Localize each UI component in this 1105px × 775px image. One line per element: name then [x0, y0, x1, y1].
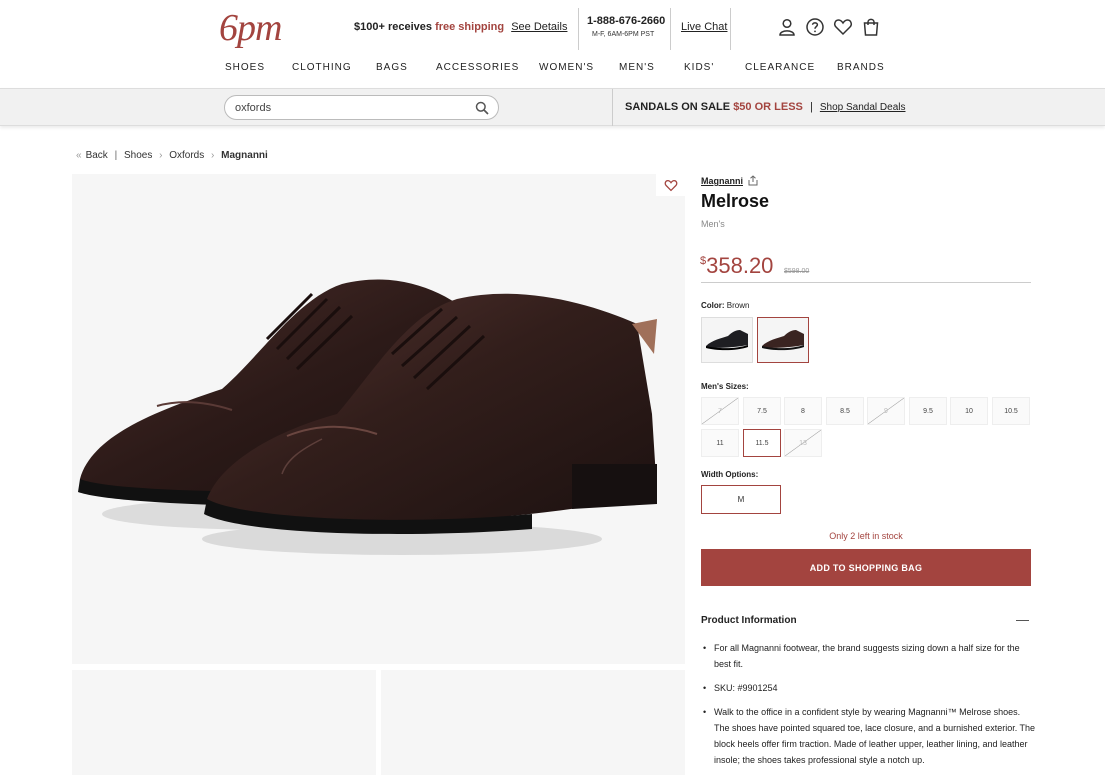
brand-link[interactable]: Magnanni: [701, 176, 743, 186]
back-chevron-icon: «: [76, 150, 82, 161]
site-logo[interactable]: 6pm: [219, 6, 282, 50]
color-swatch-black[interactable]: [701, 317, 753, 363]
breadcrumb-separator: |: [114, 150, 118, 161]
list-item: For all Magnanni footwear, the brand sug…: [701, 640, 1036, 672]
nav-brands[interactable]: BRANDS: [837, 62, 885, 73]
width-label-text: Width Options:: [701, 470, 759, 479]
promo-text: $100+ receives: [354, 21, 432, 33]
size-option-selected[interactable]: 11.5: [743, 429, 781, 457]
nav-accessories[interactable]: ACCESSORIES: [436, 62, 519, 73]
nav-kids[interactable]: KIDS': [684, 62, 714, 73]
favorite-heart-icon[interactable]: [656, 174, 685, 196]
main-nav: SHOES CLOTHING BAGS ACCESSORIES WOMEN'S …: [0, 62, 1105, 80]
nav-mens[interactable]: MEN'S: [619, 62, 655, 73]
size-option[interactable]: 9.5: [909, 397, 947, 425]
chevron-right-icon: ›: [159, 150, 163, 161]
price-amount: 358.20: [706, 253, 774, 278]
sale-banner: SANDALS ON SALE $50 OR LESS | Shop Sanda…: [625, 101, 906, 113]
nav-clearance[interactable]: CLEARANCE: [745, 62, 815, 73]
price-currency: $: [700, 255, 707, 267]
breadcrumb: « Back | Shoes › Oxfords › Magnanni: [76, 150, 272, 161]
product-thumbnail[interactable]: [381, 670, 685, 775]
product-price: $358.20: [700, 253, 773, 279]
live-chat-link[interactable]: Live Chat: [681, 21, 727, 33]
breadcrumb-item-oxfords[interactable]: Oxfords: [169, 150, 204, 161]
add-to-bag-button[interactable]: ADD TO SHOPPING BAG: [701, 549, 1031, 586]
size-option[interactable]: 11: [701, 429, 739, 457]
promo-highlight: free shipping: [435, 21, 505, 33]
shipping-promo: $100+ receives free shipping See Details: [354, 21, 567, 33]
breadcrumb-current: Magnanni: [221, 150, 268, 161]
price-divider: [701, 282, 1031, 283]
search-band: SANDALS ON SALE $50 OR LESS | Shop Sanda…: [0, 88, 1105, 126]
breadcrumb-back[interactable]: Back: [86, 150, 108, 161]
account-icon[interactable]: [777, 17, 797, 37]
product-gender: Men's: [701, 219, 725, 229]
cart-icon[interactable]: [861, 17, 881, 37]
original-price: $598.00: [784, 268, 810, 275]
header-divider: [670, 8, 671, 50]
sizes-label-text: Men's Sizes:: [701, 382, 749, 391]
help-icon[interactable]: [805, 17, 825, 37]
site-header: 6pm $100+ receives free shipping See Det…: [0, 0, 1105, 56]
size-option[interactable]: 13: [784, 429, 822, 457]
size-option[interactable]: 8: [784, 397, 822, 425]
product-info-list: For all Magnanni footwear, the brand sug…: [701, 640, 1036, 775]
size-option[interactable]: 10: [950, 397, 988, 425]
stock-status: Only 2 left in stock: [829, 531, 903, 541]
phone-number[interactable]: 1-888-676-2660: [587, 15, 665, 27]
favorites-icon[interactable]: [833, 17, 853, 37]
search-icon[interactable]: [475, 101, 489, 115]
header-divider: [578, 8, 579, 50]
search-input[interactable]: [235, 100, 465, 116]
support-hours: M-F, 6AM-6PM PST: [592, 31, 655, 38]
width-label: Width Options:: [701, 470, 758, 479]
band-divider: [612, 89, 613, 126]
shop-sandal-deals-link[interactable]: Shop Sandal Deals: [820, 102, 906, 113]
color-label: Color: Brown: [701, 301, 749, 310]
collapse-icon[interactable]: [1016, 620, 1029, 621]
size-option[interactable]: 7: [701, 397, 739, 425]
size-option[interactable]: 7.5: [743, 397, 781, 425]
chevron-right-icon: ›: [211, 150, 215, 161]
size-option[interactable]: 9: [867, 397, 905, 425]
size-option[interactable]: 10.5: [992, 397, 1030, 425]
sale-text: SANDALS ON SALE: [625, 101, 731, 113]
share-icon[interactable]: [748, 175, 758, 186]
product-main-image[interactable]: [72, 174, 685, 664]
breadcrumb-item-shoes[interactable]: Shoes: [124, 150, 152, 161]
sale-separator: |: [809, 101, 813, 113]
shoe-illustration: [78, 279, 657, 555]
nav-shoes[interactable]: SHOES: [225, 62, 265, 73]
nav-clothing[interactable]: CLOTHING: [292, 62, 352, 73]
product-thumbnail[interactable]: [72, 670, 376, 775]
product-info-title[interactable]: Product Information: [701, 615, 797, 626]
search-box: [224, 95, 499, 120]
color-value: Brown: [726, 301, 750, 310]
width-option-m[interactable]: M: [701, 485, 781, 514]
size-option[interactable]: 8.5: [826, 397, 864, 425]
sale-price: $50 OR LESS: [733, 101, 803, 113]
color-label-text: Color:: [701, 301, 725, 310]
sizes-label: Men's Sizes:: [701, 382, 749, 391]
see-details-link[interactable]: See Details: [511, 21, 567, 33]
list-item: Walk to the office in a confident style …: [701, 704, 1036, 768]
header-divider: [730, 8, 731, 50]
list-item: SKU: #9901254: [701, 680, 1036, 696]
color-swatch-brown[interactable]: [757, 317, 809, 363]
nav-womens[interactable]: WOMEN'S: [539, 62, 594, 73]
nav-bags[interactable]: BAGS: [376, 62, 408, 73]
product-title: Melrose: [701, 191, 770, 211]
